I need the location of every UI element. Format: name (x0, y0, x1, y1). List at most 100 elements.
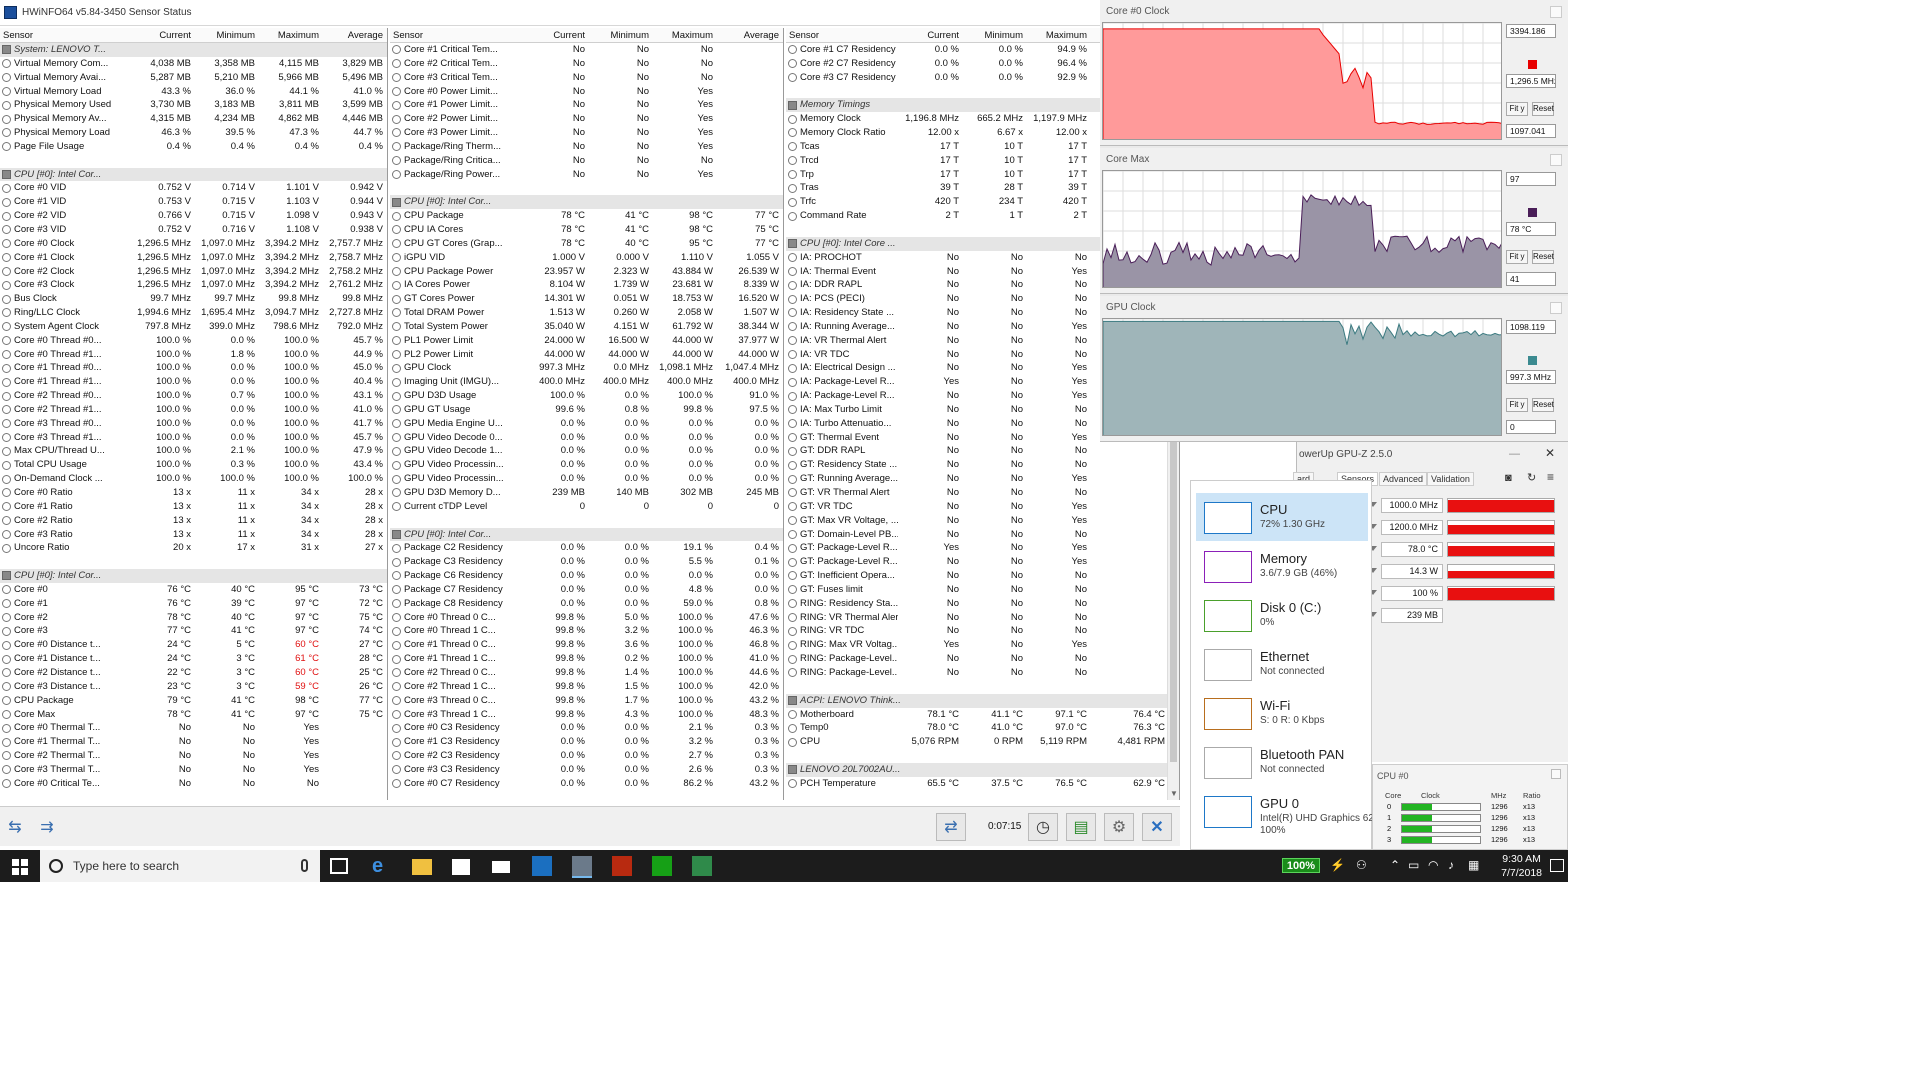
sensor-row[interactable]: Core #1 Clock 1,296.5 MHz 1,097.0 MHz 3,394… (0, 251, 387, 265)
sensor-row[interactable]: GT: Residency State ... No No No (786, 458, 1179, 472)
sensor-group-header[interactable]: CPU [#0]: Intel Cor... (0, 569, 387, 583)
sensor-row[interactable]: CPU IA Cores 78 °C 41 °C 98 °C 75 °C (390, 223, 783, 237)
sensor-row[interactable]: Max CPU/Thread U... 100.0 % 2.1 % 100.0 % 47… (0, 444, 387, 458)
sensor-row[interactable]: Core #2 Thread #1... 100.0 % 0.0 % 100.0 % 4… (0, 403, 387, 417)
sensor-row[interactable]: Core #3 Distance t... 23 °C 3 °C 59 °C 26 °C (0, 680, 387, 694)
scroll-down-icon[interactable]: ▼ (1168, 788, 1180, 800)
tm-item-disk-0-c-[interactable]: Disk 0 (C:) 0% (1196, 591, 1368, 639)
sensor-row[interactable]: Package C7 Residency 0.0 % 0.0 % 4.8 % 0.0 % (390, 583, 783, 597)
sensor-group-header[interactable]: ACPI: LENOVO Think... (786, 694, 1179, 708)
people-icon[interactable]: ⚇ (1356, 858, 1367, 872)
sensor-row[interactable]: Virtual Memory Com... 4,038 MB 3,358 MB 4,1… (0, 57, 387, 71)
sensor-row[interactable]: RING: Max VR Voltag... Yes No Yes (786, 638, 1179, 652)
sensor-row[interactable]: Core Max 78 °C 41 °C 97 °C 75 °C (0, 708, 387, 722)
hwinfo-taskbar-icon[interactable] (572, 856, 592, 878)
sensor-panel-2[interactable]: Sensor Current Minimum Maximum Average Core #… (390, 28, 784, 800)
sensor-row[interactable]: Core #2 Ratio 13 x 11 x 34 x 28 x (0, 514, 387, 528)
reset-button[interactable]: Reset (1532, 102, 1554, 116)
sensor-row[interactable]: GPU Media Engine U... 0.0 % 0.0 % 0.0 % 0.0 … (390, 417, 783, 431)
sensor-row[interactable]: Core #0 Thermal T... No No Yes (0, 721, 387, 735)
sensor-row[interactable]: GPU D3D Usage 100.0 % 0.0 % 100.0 % 91.0 % (390, 389, 783, 403)
tm-item-wi-fi[interactable]: Wi-Fi S: 0 R: 0 Kbps (1196, 689, 1368, 737)
fit-y-button[interactable]: Fit y (1506, 398, 1528, 412)
taskbar-clock[interactable]: 9:30 AM 7/7/2018 (1501, 852, 1542, 880)
volume-icon[interactable]: ♪ (1448, 858, 1454, 872)
sensor-row[interactable]: Core #2 78 °C 40 °C 97 °C 75 °C (0, 611, 387, 625)
close-icon[interactable]: ✕ (1545, 446, 1555, 460)
network-icon[interactable]: ⇄ (936, 813, 966, 841)
sensor-row[interactable]: Virtual Memory Avai... 5,287 MB 5,210 MB 5,… (0, 71, 387, 85)
column-current[interactable]: Current (898, 28, 962, 42)
sensor-row[interactable]: GT: Max VR Voltage, ... No No Yes (786, 514, 1179, 528)
sensor-row[interactable]: Core #1 Thread 1 C... 99.8 % 0.2 % 100.0 % 4… (390, 652, 783, 666)
sensor-row[interactable]: Uncore Ratio 20 x 17 x 31 x 27 x (0, 541, 387, 555)
sensor-row[interactable]: GT: Package-Level R... Yes No Yes (786, 541, 1179, 555)
column-average[interactable]: Average (322, 28, 386, 42)
sensor-row[interactable]: Core #3 Thermal T... No No Yes (0, 763, 387, 777)
sensor-row[interactable]: GT Cores Power 14.301 W 0.051 W 18.753 W 16.… (390, 292, 783, 306)
sensor-row[interactable]: Core #1 Critical Tem... No No No (390, 43, 783, 57)
sensor-group-header[interactable]: LENOVO 20L7002AU... (786, 763, 1179, 777)
tm-item-gpu-0[interactable]: GPU 0 Intel(R) UHD Graphics 620 100% (1196, 787, 1368, 835)
task-manager-taskbar-icon[interactable] (692, 856, 712, 876)
sensor-row[interactable]: Page File Usage 0.4 % 0.4 % 0.4 % 0.4 % (0, 140, 387, 154)
column-sensor[interactable]: Sensor (390, 28, 524, 42)
clock-icon[interactable]: ◷ (1028, 813, 1058, 841)
fit-y-button[interactable]: Fit y (1506, 102, 1528, 116)
sensor-row[interactable]: GT: DDR RAPL No No No (786, 444, 1179, 458)
sensor-row[interactable]: Core #3 Thread 0 C... 99.8 % 1.7 % 100.0 % 4… (390, 694, 783, 708)
sensor-row[interactable]: Physical Memory Used 3,730 MB 3,183 MB 3,81… (0, 98, 387, 112)
sensor-group-header[interactable]: CPU [#0]: Intel Cor... (0, 168, 387, 182)
sensor-row[interactable]: Total System Power 35.040 W 4.151 W 61.792 … (390, 320, 783, 334)
sensor-row[interactable]: Core #2 C3 Residency 0.0 % 0.0 % 2.7 % 0.3 % (390, 749, 783, 763)
sensor-row[interactable]: RING: VR TDC No No No (786, 624, 1179, 638)
graph-color-swatch[interactable] (1528, 208, 1537, 217)
battery-icon[interactable]: ⚡ (1330, 858, 1345, 872)
sensor-row[interactable]: Core #2 Power Limit... No No Yes (390, 112, 783, 126)
column-maximum[interactable]: Maximum (652, 28, 716, 42)
sensor-row[interactable]: Core #1 76 °C 39 °C 97 °C 72 °C (0, 597, 387, 611)
sensor-row[interactable]: Package/Ring Power... No No Yes (390, 168, 783, 182)
sensor-row[interactable]: Core #1 VID 0.753 V 0.715 V 1.103 V 0.944 V (0, 195, 387, 209)
graph-window-2[interactable]: GPU Clock 1098.119 997.3 MHz Fit y Reset 0 (1100, 296, 1568, 442)
sensor-row[interactable]: RING: VR Thermal Alert No No No (786, 611, 1179, 625)
sensor-group-header[interactable]: System: LENOVO T... (0, 43, 387, 57)
sensor-row[interactable]: Core #3 77 °C 41 °C 97 °C 74 °C (0, 624, 387, 638)
column-sensor[interactable]: Sensor (786, 28, 898, 42)
graph-color-swatch[interactable] (1528, 60, 1537, 69)
nav-right-arrows-icon[interactable]: ⇉ (32, 813, 62, 841)
column-maximum[interactable]: Maximum (258, 28, 322, 42)
sensor-row[interactable]: Core #3 Ratio 13 x 11 x 34 x 28 x (0, 528, 387, 542)
hwinfo-title-bar[interactable]: HWiNFO64 v5.84-3450 Sensor Status (0, 0, 1100, 26)
close-icon[interactable] (1550, 302, 1562, 314)
sensor-row[interactable]: Core #1 C3 Residency 0.0 % 0.0 % 3.2 % 0.3 % (390, 735, 783, 749)
sensor-row[interactable]: Core #3 Thread #0... 100.0 % 0.0 % 100.0 % 4… (0, 417, 387, 431)
sensor-row[interactable]: GT: Domain-Level PB... No No No (786, 528, 1179, 542)
sensor-row[interactable]: Core #0 76 °C 40 °C 95 °C 73 °C (0, 583, 387, 597)
sensor-row[interactable]: Core #3 VID 0.752 V 0.716 V 1.108 V 0.938 V (0, 223, 387, 237)
sensor-row[interactable]: Package C8 Residency 0.0 % 0.0 % 59.0 % 0.8 … (390, 597, 783, 611)
fit-y-button[interactable]: Fit y (1506, 250, 1528, 264)
reset-button[interactable]: Reset (1532, 250, 1554, 264)
column-current[interactable]: Current (130, 28, 194, 42)
close-icon[interactable] (1550, 154, 1562, 166)
sensor-row[interactable]: PCH Temperature 65.5 °C 37.5 °C 76.5 °C 62.9… (786, 777, 1179, 791)
sensor-row[interactable]: GPU Video Processin... 0.0 % 0.0 % 0.0 % 0.0… (390, 472, 783, 486)
sensor-row[interactable]: Core #1 Thread #1... 100.0 % 0.0 % 100.0 % 4… (0, 375, 387, 389)
furmark-icon[interactable] (612, 856, 632, 876)
close-icon[interactable] (1550, 6, 1562, 18)
minimize-icon[interactable]: — (1509, 448, 1520, 460)
column-minimum[interactable]: Minimum (588, 28, 652, 42)
chevron-up-icon[interactable]: ⌃ (1390, 858, 1400, 872)
gpuz-tab-2[interactable]: Advanced (1379, 472, 1427, 486)
store-icon[interactable] (452, 859, 470, 875)
close-icon[interactable] (1551, 769, 1561, 779)
sensor-row[interactable]: Core #0 Distance t... 24 °C 5 °C 60 °C 27 °C (0, 638, 387, 652)
sensor-row[interactable]: On-Demand Clock ... 100.0 % 100.0 % 100.0 %… (0, 472, 387, 486)
sensor-row[interactable]: System Agent Clock 797.8 MHz 399.0 MHz 798.… (0, 320, 387, 334)
sensor-row[interactable]: GPU Video Decode 1... 0.0 % 0.0 % 0.0 % 0.0 … (390, 444, 783, 458)
sensor-row[interactable]: Core #3 Thread #1... 100.0 % 0.0 % 100.0 % 4… (0, 431, 387, 445)
sensor-row[interactable]: GT: Package-Level R... No No Yes (786, 555, 1179, 569)
column-sensor[interactable]: Sensor (0, 28, 130, 42)
windows-start-icon[interactable] (12, 859, 28, 875)
